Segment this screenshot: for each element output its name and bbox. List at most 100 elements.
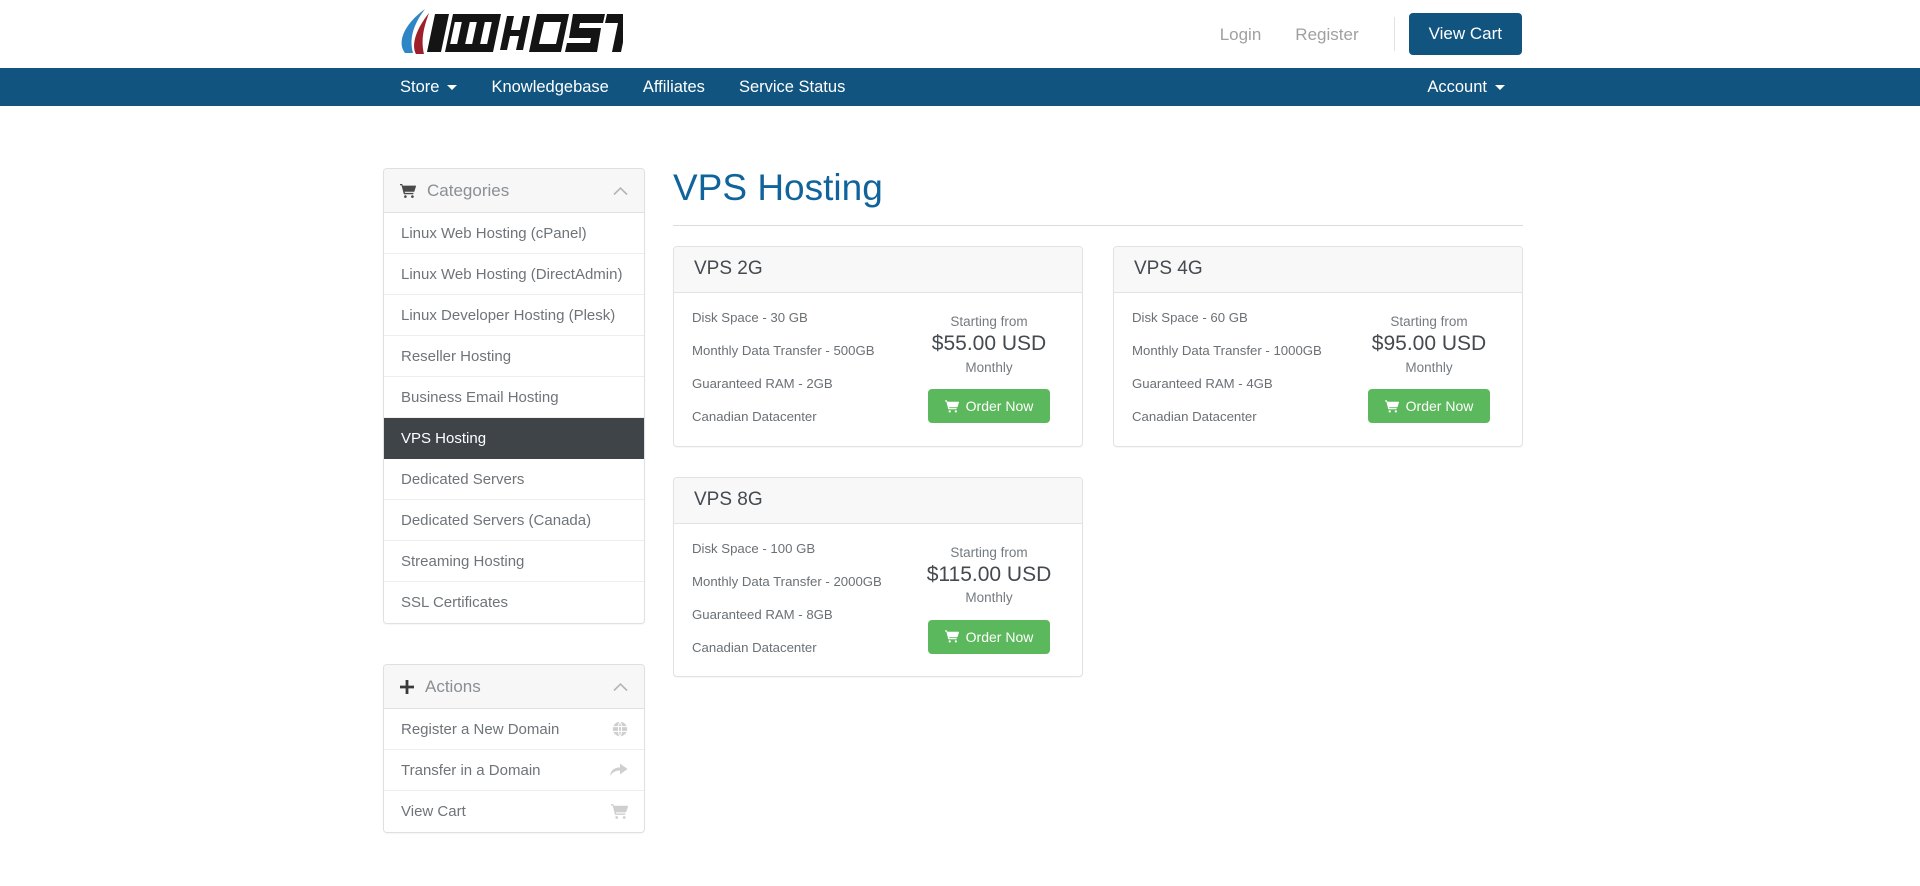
- action-item-label: Transfer in a Domain: [401, 761, 541, 779]
- shopping-cart-icon: [1384, 400, 1399, 413]
- product-name: VPS 4G: [1134, 258, 1203, 280]
- price-from-label: Starting from: [950, 313, 1028, 329]
- price-amount: $115.00 USD: [926, 563, 1052, 587]
- action-item-label: View Cart: [401, 803, 466, 820]
- order-now-label: Order Now: [965, 628, 1034, 645]
- product-feature: Disk Space - 60 GB: [1132, 309, 1248, 325]
- nav-item-store[interactable]: Store: [383, 68, 474, 106]
- nav-item-knowledgebase[interactable]: Knowledgebase: [474, 68, 625, 106]
- product-features: Disk Space - 30 GB Monthly Data Transfer…: [692, 307, 914, 425]
- product-feature: Monthly Data Transfer - 1000GB: [1132, 342, 1322, 358]
- share-arrow-icon: [610, 763, 628, 777]
- category-item-linux-web-hosting-cpanel[interactable]: Linux Web Hosting (cPanel): [384, 213, 644, 254]
- product-name: VPS 2G: [694, 258, 763, 280]
- billing-cycle: Monthly: [965, 359, 1013, 375]
- category-item-streaming-hosting[interactable]: Streaming Hosting: [384, 541, 644, 582]
- view-cart-button[interactable]: View Cart: [1408, 13, 1522, 55]
- shopping-cart-icon: [944, 400, 959, 413]
- product-feature: Disk Space - 100 GB: [692, 540, 816, 556]
- action-item-label: Register a New Domain: [401, 720, 560, 738]
- category-item-dedicated-servers-canada[interactable]: Dedicated Servers (Canada): [384, 500, 644, 541]
- category-item-ssl-certificates[interactable]: SSL Certificates: [384, 582, 644, 623]
- actions-panel-title: Actions: [425, 676, 481, 696]
- title-divider: [673, 224, 1523, 226]
- product-card-header: VPS 8G: [674, 477, 1082, 524]
- chevron-up-icon[interactable]: [613, 186, 628, 195]
- categories-list: Linux Web Hosting (cPanel) Linux Web Hos…: [384, 213, 644, 623]
- category-item-reseller-hosting[interactable]: Reseller Hosting: [384, 336, 644, 377]
- product-feature: Guaranteed RAM - 4GB: [1132, 376, 1273, 392]
- chevron-up-icon[interactable]: [613, 682, 628, 691]
- category-item-business-email-hosting[interactable]: Business Email Hosting: [384, 377, 644, 418]
- product-feature: Canadian Datacenter: [692, 409, 817, 425]
- nav-item-account[interactable]: Account: [1410, 68, 1522, 106]
- product-card-header: VPS 4G: [1114, 246, 1522, 293]
- plus-icon: [400, 679, 414, 694]
- categories-panel-title: Categories: [427, 180, 510, 200]
- order-now-button[interactable]: Order Now: [1367, 389, 1491, 424]
- nav-item-affiliates[interactable]: Affiliates: [626, 68, 722, 106]
- product-feature: Guaranteed RAM - 2GB: [692, 376, 833, 392]
- billing-cycle: Monthly: [965, 590, 1013, 606]
- actions-panel-header[interactable]: Actions: [384, 665, 644, 709]
- product-card: VPS 4G Disk Space - 60 GB Monthly Data T…: [1113, 245, 1523, 447]
- product-feature: Monthly Data Transfer - 2000GB: [692, 573, 882, 589]
- product-pricing: Starting from $95.00 USD Monthly Order N…: [1354, 307, 1504, 424]
- action-item-view-cart[interactable]: View Cart: [384, 791, 644, 832]
- billing-cycle: Monthly: [1405, 359, 1453, 375]
- category-item-linux-developer-hosting-plesk[interactable]: Linux Developer Hosting (Plesk): [384, 295, 644, 336]
- product-feature: Canadian Datacenter: [1132, 409, 1257, 425]
- product-name: VPS 8G: [694, 489, 763, 510]
- category-item-linux-web-hosting-directadmin[interactable]: Linux Web Hosting (DirectAdmin): [384, 254, 644, 295]
- product-feature: Disk Space - 30 GB: [692, 309, 808, 325]
- order-now-button[interactable]: Order Now: [927, 619, 1051, 654]
- nav-item-service-status[interactable]: Service Status: [722, 68, 862, 106]
- globe-icon: [612, 721, 628, 737]
- login-link[interactable]: Login: [1203, 26, 1279, 43]
- nav-item-label: Account: [1427, 77, 1487, 96]
- product-feature: Canadian Datacenter: [692, 640, 817, 656]
- shopping-cart-icon: [611, 804, 628, 819]
- order-now-label: Order Now: [965, 398, 1034, 415]
- site-header: Login Register View Cart: [0, 0, 1920, 68]
- chevron-down-icon: [447, 84, 458, 90]
- product-feature: Monthly Data Transfer - 500GB: [692, 342, 875, 358]
- product-card-body: Disk Space - 60 GB Monthly Data Transfer…: [1114, 293, 1522, 446]
- price-amount: $95.00 USD: [1371, 332, 1487, 356]
- product-card-body: Disk Space - 30 GB Monthly Data Transfer…: [674, 293, 1082, 446]
- nav-item-label: Store: [400, 77, 440, 96]
- product-pricing: Starting from $55.00 USD Monthly Order N…: [914, 307, 1064, 424]
- shopping-cart-icon: [400, 183, 416, 198]
- action-item-transfer-in-a-domain[interactable]: Transfer in a Domain: [384, 750, 644, 791]
- product-card-grid: VPS 2G Disk Space - 30 GB Monthly Data T…: [673, 245, 1523, 678]
- main-content: VPS Hosting VPS 2G Disk Space - 30 GB Mo…: [673, 167, 1523, 678]
- page-body: Categories Linux Web Hosting (cPanel) Li…: [0, 106, 1920, 886]
- chevron-down-icon: [1495, 84, 1505, 90]
- action-item-register-a-new-domain[interactable]: Register a New Domain: [384, 709, 644, 750]
- category-item-dedicated-servers[interactable]: Dedicated Servers: [384, 459, 644, 500]
- price-from-label: Starting from: [1390, 313, 1468, 329]
- imhost-logo-icon: [401, 9, 623, 54]
- navbar-left-group: Store Knowledgebase Affiliates Service S…: [383, 68, 862, 106]
- order-now-label: Order Now: [1405, 398, 1474, 415]
- actions-panel: Actions Register a New Domain Transfer i…: [383, 664, 645, 833]
- header-divider: [1393, 17, 1395, 51]
- navbar-right-group: Account: [1410, 68, 1522, 106]
- actions-list: Register a New Domain Transfer in a Doma…: [384, 709, 644, 832]
- price-from-label: Starting from: [950, 544, 1028, 560]
- product-features: Disk Space - 60 GB Monthly Data Transfer…: [1132, 307, 1354, 425]
- categories-panel: Categories Linux Web Hosting (cPanel) Li…: [383, 168, 645, 624]
- product-features: Disk Space - 100 GB Monthly Data Transfe…: [692, 538, 914, 656]
- shopping-cart-icon: [944, 630, 959, 643]
- category-item-vps-hosting[interactable]: VPS Hosting: [384, 418, 644, 459]
- main-navbar: Store Knowledgebase Affiliates Service S…: [0, 68, 1920, 106]
- categories-panel-header[interactable]: Categories: [384, 169, 644, 213]
- sidebar: Categories Linux Web Hosting (cPanel) Li…: [383, 168, 645, 873]
- product-card-header: VPS 2G: [674, 246, 1082, 293]
- product-card: VPS 8G Disk Space - 100 GB Monthly Data …: [673, 476, 1083, 678]
- order-now-button[interactable]: Order Now: [927, 389, 1051, 424]
- product-card-body: Disk Space - 100 GB Monthly Data Transfe…: [674, 524, 1082, 677]
- site-logo[interactable]: [383, 5, 623, 61]
- product-feature: Guaranteed RAM - 8GB: [692, 606, 833, 622]
- register-link[interactable]: Register: [1278, 26, 1375, 43]
